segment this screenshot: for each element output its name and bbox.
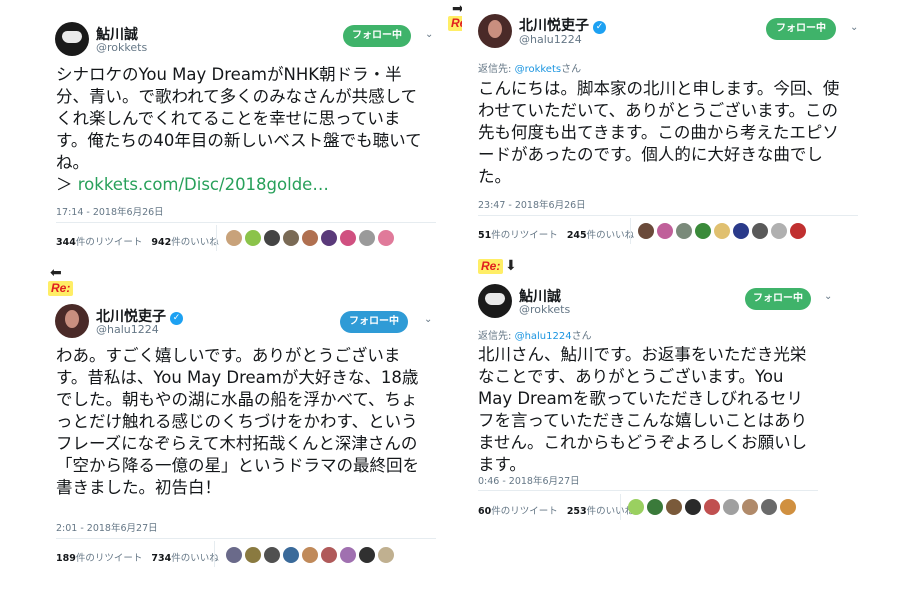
divider <box>216 225 217 251</box>
chevron-down-icon[interactable]: ⌄ <box>824 291 832 302</box>
tweet-timestamp[interactable]: 17:14 - 2018年6月26日 <box>56 204 164 218</box>
divider <box>620 494 621 520</box>
author-handle[interactable]: @halu1224 <box>96 323 159 336</box>
avatar[interactable] <box>264 230 280 246</box>
mention-link[interactable]: @rokkets <box>515 64 562 75</box>
tweet-timestamp[interactable]: 23:47 - 2018年6月26日 <box>478 197 586 211</box>
avatar[interactable] <box>714 223 730 239</box>
avatar[interactable] <box>780 499 796 515</box>
avatar[interactable] <box>647 499 663 515</box>
tweet-timestamp[interactable]: 2:01 - 2018年6月27日 <box>56 520 158 534</box>
verified-icon: ✓ <box>170 312 183 325</box>
divider <box>478 490 818 491</box>
tweet-timestamp[interactable]: 0:46 - 2018年6月27日 <box>478 473 580 487</box>
avatar[interactable] <box>790 223 806 239</box>
avatar[interactable] <box>245 230 261 246</box>
chevron-down-icon[interactable]: ⌄ <box>424 314 432 325</box>
follow-button[interactable]: フォロー中 <box>745 288 811 310</box>
avatar[interactable] <box>742 499 758 515</box>
author-handle[interactable]: @rokkets <box>519 303 570 316</box>
avatar[interactable] <box>245 547 261 563</box>
avatar[interactable] <box>723 499 739 515</box>
liker-avatars[interactable] <box>628 499 796 515</box>
avatar[interactable] <box>378 230 394 246</box>
chevron-down-icon[interactable]: ⌄ <box>850 22 858 33</box>
re-label: Re: <box>48 281 74 296</box>
tweet-halu-reply: 北川悦吏子 ✓ @halu1224 フォロー中 ⌄ わあ。すごく嬉しいです。ありが… <box>40 298 440 578</box>
chevron-down-icon[interactable]: ⌄ <box>425 29 433 40</box>
liker-avatars[interactable] <box>226 547 394 563</box>
avatar[interactable] <box>752 223 768 239</box>
liker-avatars[interactable] <box>638 223 806 239</box>
follow-button[interactable]: フォロー中 <box>340 311 408 333</box>
avatar[interactable] <box>666 499 682 515</box>
author-handle[interactable]: @halu1224 <box>519 33 582 46</box>
avatar[interactable] <box>628 499 644 515</box>
avatar[interactable] <box>771 223 787 239</box>
avatar[interactable] <box>638 223 654 239</box>
reply-to: 返信先: @rokketsさん <box>478 64 582 75</box>
tweet-text: わあ。すごく嬉しいです。ありがとうございます。昔私は、You May Dream… <box>56 346 419 497</box>
arrow-down-icon: ⬇ <box>505 258 517 274</box>
avatar[interactable] <box>359 230 375 246</box>
avatar[interactable] <box>340 547 356 563</box>
divider <box>214 541 215 567</box>
author-name[interactable]: 北川悦吏子 ✓ <box>519 15 606 35</box>
avatar[interactable] <box>695 223 711 239</box>
author-handle[interactable]: @rokkets <box>96 41 147 54</box>
avatar[interactable] <box>302 547 318 563</box>
liker-avatars[interactable] <box>226 230 394 246</box>
re-label: Re: <box>478 259 504 274</box>
mention-link[interactable]: @halu1224 <box>515 331 572 342</box>
avatar[interactable] <box>359 547 375 563</box>
divider <box>56 538 436 539</box>
follow-button[interactable]: フォロー中 <box>766 18 836 40</box>
tweet-stats: 60件のリツイート 253件のいいね <box>478 506 635 517</box>
avatar[interactable] <box>55 304 89 338</box>
follow-button[interactable]: フォロー中 <box>343 25 411 47</box>
arrow-left-icon: ⬅ <box>50 265 62 281</box>
avatar[interactable] <box>321 230 337 246</box>
tweet-text: こんにちは。脚本家の北川と申します。今回、使わせていただいて、ありがとうございま… <box>478 79 840 186</box>
avatar[interactable] <box>657 223 673 239</box>
avatar[interactable] <box>676 223 692 239</box>
avatar[interactable] <box>378 547 394 563</box>
tweet-text: シナロケのYou May DreamがNHK朝ドラ・半分、青い。で歌われて多くの… <box>56 65 422 194</box>
verified-icon: ✓ <box>593 21 606 34</box>
tweet-link[interactable]: rokkets.com/Disc/2018golde… <box>78 175 329 194</box>
avatar[interactable] <box>733 223 749 239</box>
avatar[interactable] <box>340 230 356 246</box>
divider <box>630 218 631 244</box>
avatar[interactable] <box>283 230 299 246</box>
tweet-stats: 51件のリツイート 245件のいいね <box>478 230 635 241</box>
avatar[interactable] <box>226 547 242 563</box>
avatar[interactable] <box>685 499 701 515</box>
divider <box>56 222 436 223</box>
avatar[interactable] <box>264 547 280 563</box>
avatar[interactable] <box>321 547 337 563</box>
tweet-stats: 189件のリツイート 734件のいいね <box>56 553 219 564</box>
avatar[interactable] <box>704 499 720 515</box>
tweet-rokkets-original: 鮎川誠 @rokkets フォロー中 ⌄ シナロケのYou May Dreamが… <box>40 10 440 255</box>
avatar[interactable] <box>55 22 89 56</box>
avatar[interactable] <box>478 14 512 48</box>
avatar[interactable] <box>478 284 512 318</box>
avatar[interactable] <box>226 230 242 246</box>
tweet-halu-first-reply: 北川悦吏子 ✓ @halu1224 フォロー中 ⌄ 返信先: @rokketsさん… <box>462 4 872 249</box>
divider <box>478 215 858 216</box>
tweet-text: 北川さん、鮎川です。お返事をいただき光栄なことです、ありがとうございます。You… <box>478 345 808 474</box>
tweet-stats: 344件のリツイート 942件のいいね <box>56 237 219 248</box>
avatar[interactable] <box>302 230 318 246</box>
avatar[interactable] <box>283 547 299 563</box>
tweet-rokkets-reply: 鮎川誠 @rokkets フォロー中 ⌄ 返信先: @halu1224さん 北川… <box>462 276 872 526</box>
reply-to: 返信先: @halu1224さん <box>478 331 592 342</box>
avatar[interactable] <box>761 499 777 515</box>
